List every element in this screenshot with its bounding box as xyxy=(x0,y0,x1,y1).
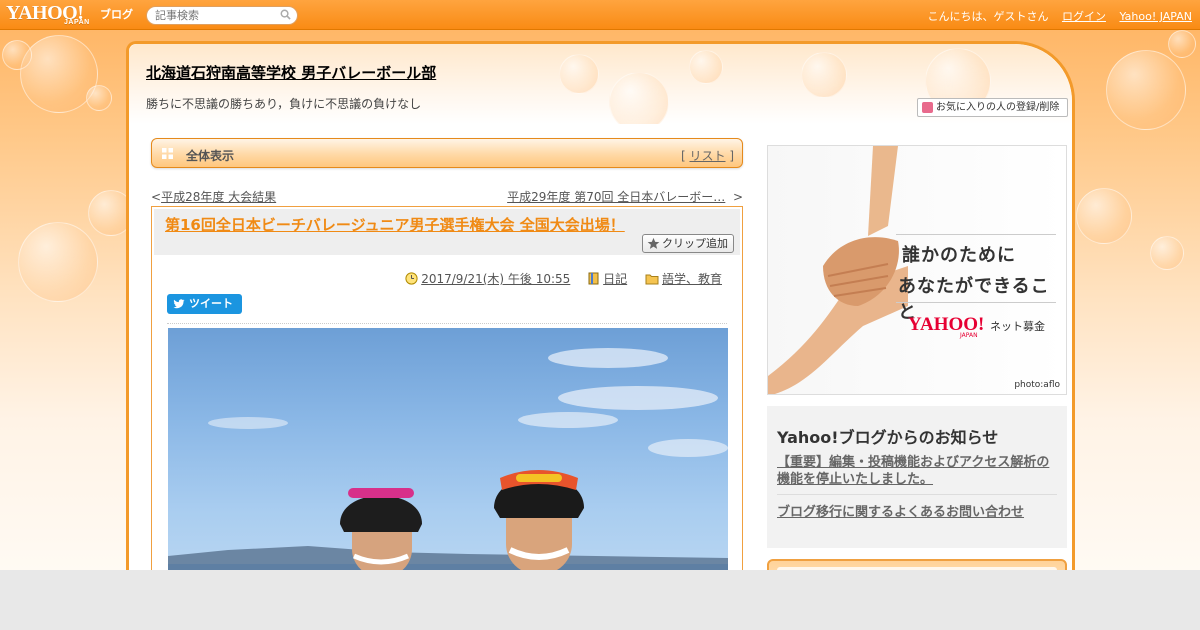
next-post: 平成29年度 第70回 全日本バレーボー… > xyxy=(507,188,743,205)
ad-service-name: ネット募金 xyxy=(990,320,1045,333)
category-bar: 全体表示 [ リスト ] xyxy=(151,138,743,168)
star-icon xyxy=(647,237,660,249)
global-header: YAHOO! JAPAN ブログ こんにちは、ゲストさん ログイン Yahoo!… xyxy=(0,0,1200,30)
favorite-button-label: お気に入りの人の登録/削除 xyxy=(936,102,1060,113)
logo-japan-text: JAPAN xyxy=(64,19,90,26)
prev-post-link[interactable]: 平成28年度 大会結果 xyxy=(161,190,276,204)
next-post-link[interactable]: 平成29年度 第70回 全日本バレーボー… xyxy=(507,190,725,204)
clip-button-label: クリップ追加 xyxy=(662,237,728,250)
service-name[interactable]: ブログ xyxy=(100,6,133,22)
decor-bubble xyxy=(1106,50,1186,130)
article-photo[interactable] xyxy=(168,328,728,570)
bracket-close: ] xyxy=(725,149,734,163)
divider xyxy=(167,323,727,324)
notice-item[interactable]: 【重要】編集・投稿機能およびアクセス解析の機能を停止いたしました。 xyxy=(777,454,1059,488)
notice-heading: Yahoo!ブログからのお知らせ xyxy=(777,428,999,447)
favorite-register-button[interactable]: お気に入りの人の登録/削除 xyxy=(917,98,1068,117)
decor-bubble xyxy=(18,222,98,302)
folder-link[interactable]: 語学、教育 xyxy=(662,272,722,286)
tweet-label: ツイート xyxy=(189,297,233,310)
search-icon[interactable] xyxy=(280,9,291,20)
search-box xyxy=(146,6,298,25)
article-meta: 2017/9/21(木) 午後 10:55 日記 語学、教育 xyxy=(391,270,722,287)
yahoo-japan-link[interactable]: Yahoo! JAPAN xyxy=(1119,10,1192,23)
clip-add-button[interactable]: クリップ追加 xyxy=(642,234,734,253)
article-header: 第16回全日本ビーチバレージュニア男子選手権大会 全国大会出場！ クリップ追加 xyxy=(154,209,740,255)
next-arrow: > xyxy=(725,190,743,204)
greeting-text: こんにちは、ゲストさん xyxy=(927,10,1049,23)
search-input[interactable] xyxy=(147,7,267,24)
blog-header: 北海道石狩南高等学校 男子バレーボール部 勝ちに不思議の勝ちあり，負けに不思議の… xyxy=(129,44,1072,124)
article-title[interactable]: 第16回全日本ビーチバレージュニア男子選手権大会 全国大会出場！ xyxy=(165,214,625,235)
list-link[interactable]: リスト xyxy=(689,149,725,163)
decor-bubble xyxy=(801,52,847,98)
login-link[interactable]: ログイン xyxy=(1062,10,1106,23)
decor-bubble xyxy=(86,85,112,111)
article: 第16回全日本ビーチバレージュニア男子選手権大会 全国大会出場！ クリップ追加 … xyxy=(151,206,743,570)
folder-icon xyxy=(645,274,659,285)
ad-photo-credit: photo:aflo xyxy=(1014,380,1060,390)
decor-bubble xyxy=(609,72,669,124)
clock-icon xyxy=(405,272,418,285)
category-diary-link[interactable]: 日記 xyxy=(603,272,627,286)
decor-bubble xyxy=(559,54,599,94)
decor-bubble xyxy=(689,50,723,84)
list-view-control: [ リスト ] xyxy=(681,147,734,164)
ad-divider-bottom xyxy=(896,302,1056,303)
prev-arrow: < xyxy=(151,190,162,204)
blog-frame: 北海道石狩南高等学校 男子バレーボール部 勝ちに不思議の勝ちあり，負けに不思議の… xyxy=(126,41,1075,570)
heart-icon xyxy=(922,102,933,113)
tweet-button[interactable]: ツイート xyxy=(167,294,242,314)
decor-bubble xyxy=(1076,188,1132,244)
ad-yahoo-logo-japan: JAPAN xyxy=(960,332,978,339)
ad-copy-line1: 誰かのために xyxy=(902,245,1016,266)
page-footer-area xyxy=(0,570,1200,630)
twitter-bird-icon xyxy=(173,299,185,309)
blog-title[interactable]: 北海道石狩南高等学校 男子バレーボール部 xyxy=(146,62,436,83)
page-background: YAHOO! JAPAN ブログ こんにちは、ゲストさん ログイン Yahoo!… xyxy=(0,0,1200,570)
yahoo-logo[interactable]: YAHOO! JAPAN xyxy=(6,2,89,26)
grid-icon xyxy=(162,148,173,159)
ad-divider-top xyxy=(896,234,1056,235)
blog-description: 勝ちに不思議の勝ちあり，負けに不思議の負けなし xyxy=(146,97,422,111)
decor-bubble xyxy=(2,40,32,70)
category-label: 全体表示 xyxy=(186,149,235,163)
notice-panel: Yahoo!ブログからのお知らせ 【重要】編集・投稿機能およびアクセス解析の機能… xyxy=(767,406,1067,548)
post-datetime-link[interactable]: 2017/9/21(木) 午後 10:55 xyxy=(421,272,570,286)
prev-post: <平成28年度 大会結果 xyxy=(151,188,276,205)
charity-ad-banner[interactable]: 誰かのために あなたができること YAHOO! JAPAN ネット募金 phot… xyxy=(767,145,1067,395)
notice-item[interactable]: ブログ移行に関するよくあるお問い合わせ xyxy=(777,501,1024,520)
decor-bubble xyxy=(1150,236,1184,270)
decor-bubble xyxy=(1168,30,1196,58)
book-icon xyxy=(588,272,599,285)
notice-divider xyxy=(777,494,1057,495)
user-nav: こんにちは、ゲストさん ログイン Yahoo! JAPAN xyxy=(919,8,1192,24)
handshake-illustration xyxy=(768,146,908,394)
beach-photo-illustration xyxy=(168,348,728,570)
sidebar-widget xyxy=(767,559,1067,570)
